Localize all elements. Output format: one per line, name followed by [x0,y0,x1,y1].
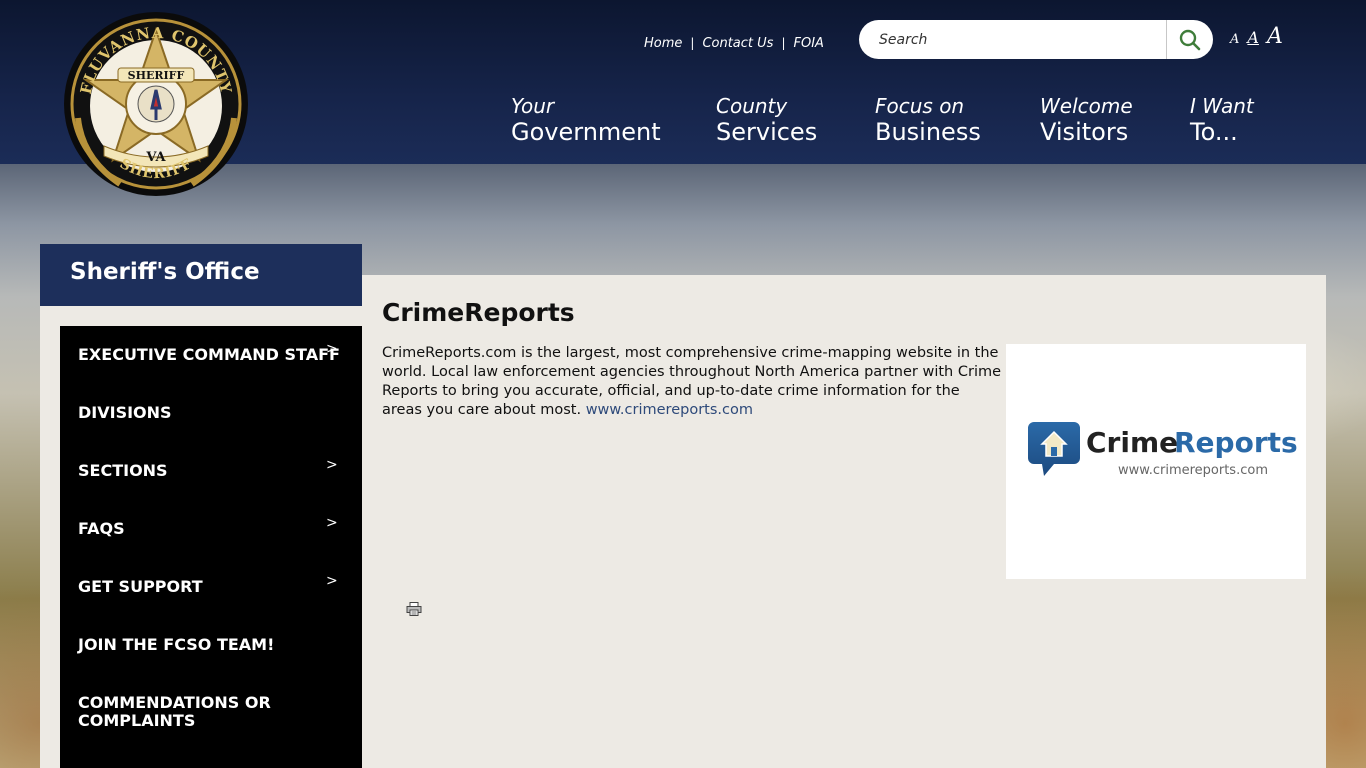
nav-line1: County [716,94,788,118]
nav-focus-on-business[interactable]: Focus on Business [875,94,981,146]
sidebar-item-executive-command-staff[interactable]: EXECUTIVE COMMAND STAFF > [60,341,362,364]
sidebar-nav: EXECUTIVE COMMAND STAFF > DIVISIONS SECT… [60,326,362,768]
text-size-controls: A A A [1230,24,1283,49]
sidebar-item-label: SECTIONS [78,461,168,480]
sidebar-item-label: EXECUTIVE COMMAND STAFF [78,345,340,364]
nav-county-services[interactable]: County Services [716,94,817,146]
text-size-small-button[interactable]: A [1230,32,1239,47]
crimereports-link[interactable]: www.crimereports.com [586,402,753,418]
nav-welcome-visitors[interactable]: Welcome Visitors [1040,94,1133,146]
sidebar-item-label: FAQS [78,519,125,538]
page-body-text: CrimeReports.com is the largest, most co… [382,344,1002,420]
text-size-medium-button[interactable]: A [1247,28,1259,47]
logo-word-reports: Reports [1174,426,1298,459]
seal-state-text: VA [145,150,166,165]
sidebar-title[interactable]: Sheriff's Office [40,244,362,306]
chevron-right-icon[interactable]: > [326,572,338,590]
nav-your-government[interactable]: Your Government [511,94,661,146]
crimereports-logo-image: Crime Reports www.crimereports.com [1006,344,1306,579]
utility-link-foia[interactable]: FOIA [789,36,827,51]
sidebar-item-label: DIVISIONS [78,403,172,422]
nav-line2: Government [511,118,661,146]
nav-line1: Your [511,94,555,118]
chevron-right-icon[interactable]: > [326,514,338,532]
utility-separator: | [781,36,786,50]
utility-nav: Home | Contact Us | FOIA [640,34,828,52]
utility-separator: | [690,36,695,50]
seal-banner-text: SHERIFF [128,69,185,82]
sidebar-item-commendations-or-complaints[interactable]: COMMENDATIONS OR COMPLAINTS [60,694,320,730]
search-box [859,20,1213,59]
nav-line2: Business [875,118,981,146]
nav-line2: Visitors [1040,118,1129,146]
chevron-right-icon[interactable]: > [326,340,338,358]
sidebar-item-label: JOIN THE FCSO TEAM! [78,635,275,654]
sidebar-item-label: GET SUPPORT [78,577,203,596]
utility-link-home[interactable]: Home [640,36,686,51]
crimereports-logo: Crime Reports www.crimereports.com [1028,422,1298,478]
sidebar-item-label: COMMENDATIONS OR COMPLAINTS [78,693,271,730]
search-icon [1179,29,1201,50]
text-size-large-button[interactable]: A [1267,24,1283,49]
logo-url-text: www.crimereports.com [1118,463,1268,478]
nav-line1: Focus on [875,94,965,118]
nav-line1: I Want [1190,94,1254,118]
search-input[interactable] [859,20,1166,59]
sidebar-item-join-the-fcso-team[interactable]: JOIN THE FCSO TEAM! [60,636,362,654]
nav-line1: Welcome [1040,94,1133,118]
sidebar-item-divisions[interactable]: DIVISIONS [60,404,362,422]
nav-i-want-to[interactable]: I Want To... [1190,94,1254,146]
logo-word-crime: Crime [1086,426,1178,459]
sidebar-item-get-support[interactable]: GET SUPPORT > [60,573,362,596]
nav-line2: To... [1190,118,1238,146]
chevron-right-icon[interactable]: > [326,456,338,474]
search-button[interactable] [1166,20,1213,59]
printer-icon[interactable] [406,602,422,616]
utility-link-contact-us[interactable]: Contact Us [698,36,777,51]
nav-line2: Services [716,118,818,146]
sidebar-item-faqs[interactable]: FAQS > [60,515,362,538]
sidebar-item-sections[interactable]: SECTIONS > [60,457,362,480]
page-title: CrimeReports [382,298,575,327]
sheriff-seal-logo[interactable]: SHERIFF VA FLUVANNA COUNTY SHERIFF [60,8,252,200]
